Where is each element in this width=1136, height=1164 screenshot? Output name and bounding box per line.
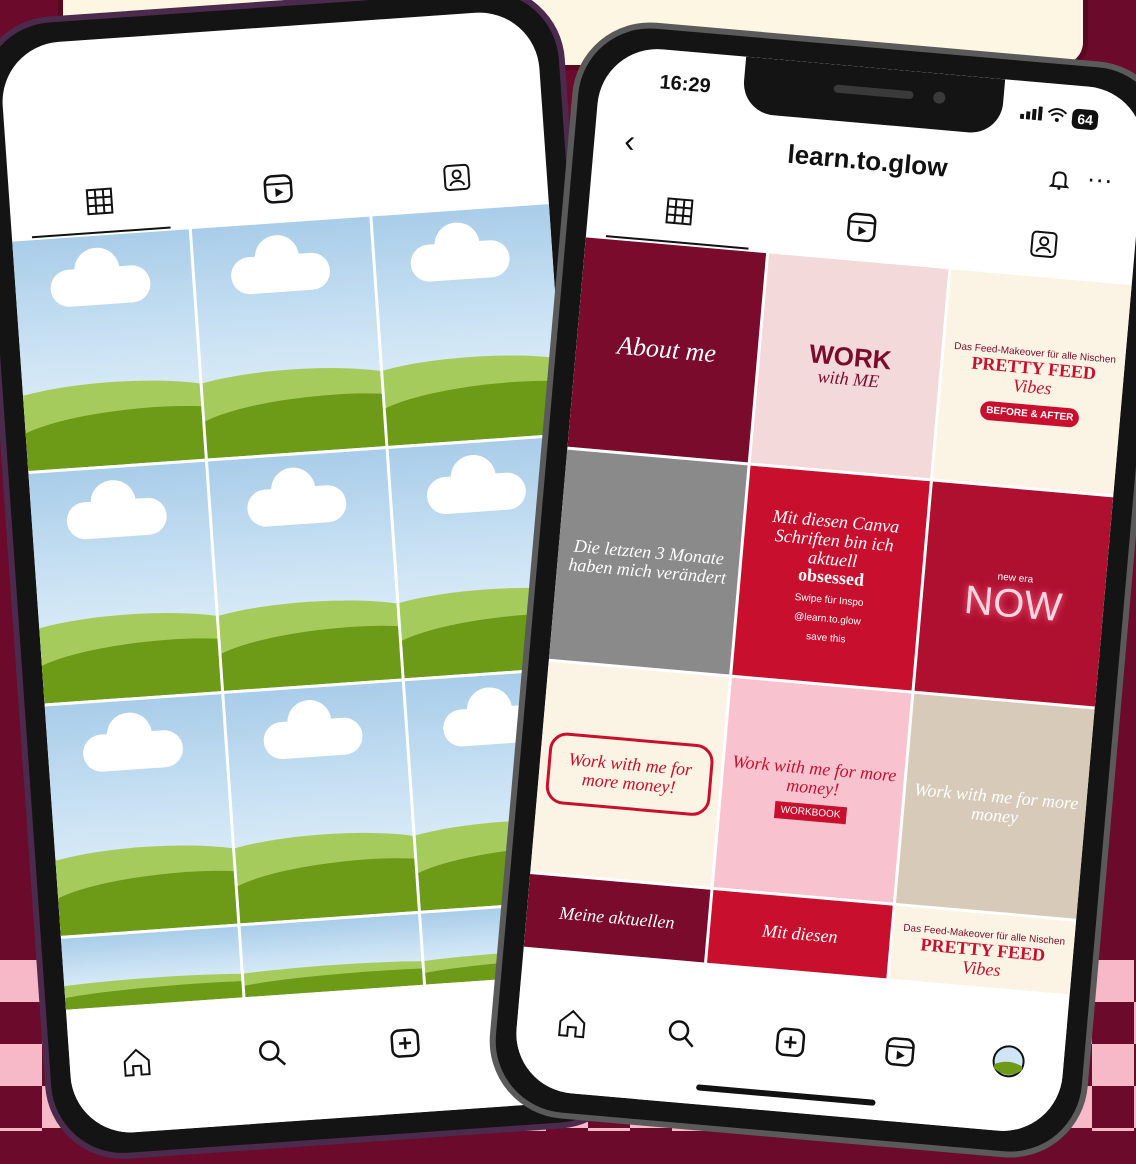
bottom-nav <box>511 978 1067 1136</box>
post-text: Swipe für Inspo <box>794 592 864 610</box>
post-pretty-feed[interactable]: Das Feed-Makeover für alle Nischen PRETT… <box>933 269 1132 495</box>
placeholder-image[interactable] <box>240 913 423 998</box>
post-text: Vibes <box>961 956 1002 981</box>
placeholder-image[interactable] <box>371 204 565 446</box>
reels-icon <box>263 174 293 204</box>
status-time: 16:29 <box>658 71 712 98</box>
post-text: Mit diesen Canva Schriften bin ich aktue… <box>771 505 901 571</box>
posts-grid: About me WORK with ME Das Feed-Makeover … <box>523 237 1132 995</box>
post-text: Work with me for more money! <box>731 750 898 800</box>
nav-search[interactable] <box>662 1013 701 1052</box>
right-phone-screen: 16:29 64 ‹ learn.to.glow ··· About me WO… <box>511 44 1136 1136</box>
placeholder-image[interactable] <box>28 461 222 704</box>
battery-indicator: 64 <box>1071 108 1099 131</box>
add-icon <box>775 1027 806 1058</box>
post-work-with-me[interactable]: WORK with ME <box>750 253 949 479</box>
post-text: Mit diesen <box>761 920 839 947</box>
more-icon[interactable]: ··· <box>1086 163 1115 196</box>
nav-reels[interactable] <box>880 1032 919 1071</box>
post-meine-aktuellen[interactable]: Meine aktuellen <box>523 873 711 963</box>
post-about-me[interactable]: About me <box>567 237 766 463</box>
post-text: Work with me for more money! <box>544 731 715 818</box>
post-work-money-1[interactable]: Work with me for more money! <box>530 661 729 887</box>
nav-home[interactable] <box>118 1043 156 1081</box>
reels-icon <box>884 1037 915 1067</box>
nav-search[interactable] <box>252 1033 290 1071</box>
home-icon <box>123 1048 151 1077</box>
nav-profile[interactable] <box>989 1042 1028 1081</box>
post-text: NOW <box>962 577 1064 630</box>
signal-icon <box>1020 106 1044 121</box>
post-canva-schriften[interactable]: Mit diesen Canva Schriften bin ich aktue… <box>731 465 931 691</box>
placeholder-image[interactable] <box>224 681 418 924</box>
tagged-icon <box>443 163 471 191</box>
reels-icon <box>846 212 877 243</box>
nav-add[interactable] <box>771 1023 810 1062</box>
post-text: with ME <box>816 365 881 391</box>
search-icon <box>669 1020 695 1048</box>
search-icon <box>258 1040 286 1066</box>
post-text: Die letzten 3 Monate haben mich veränder… <box>567 535 727 588</box>
post-text: Meine aktuellen <box>558 902 676 933</box>
post-letzten-monate[interactable]: Die letzten 3 Monate haben mich veränder… <box>548 449 748 675</box>
post-text: Vibes <box>1012 375 1053 399</box>
post-text: @learn.to.glow <box>793 611 862 629</box>
grid-icon <box>85 187 114 216</box>
post-work-money-3[interactable]: Work with me for more money <box>896 693 1095 919</box>
post-text: WORKBOOK <box>773 801 848 825</box>
post-work-money-2[interactable]: Work with me for more money! WORKBOOK <box>713 677 912 903</box>
post-text: About me <box>616 330 718 369</box>
placeholder-image[interactable] <box>60 926 243 1010</box>
placeholder-image[interactable] <box>12 229 206 472</box>
grid-icon <box>665 197 694 226</box>
placeholder-image[interactable] <box>192 216 386 459</box>
post-text: obsessed <box>797 564 865 591</box>
placeholder-image[interactable] <box>208 449 402 691</box>
bell-icon[interactable] <box>1048 168 1072 192</box>
wifi-icon <box>1048 108 1068 123</box>
tab-tagged[interactable] <box>365 138 548 214</box>
post-mit-diesen[interactable]: Mit diesen <box>706 889 894 979</box>
nav-add[interactable] <box>386 1024 424 1062</box>
post-text: save this <box>805 631 846 646</box>
status-icons: 64 <box>1020 103 1099 131</box>
avatar-icon <box>992 1045 1025 1078</box>
tab-reels[interactable] <box>186 151 369 227</box>
home-icon <box>557 1009 586 1039</box>
post-pretty-feed-2[interactable]: Das Feed-Makeover für alle Nischen PRETT… <box>889 905 1077 995</box>
add-icon <box>390 1028 420 1058</box>
post-badge: BEFORE & AFTER <box>979 400 1081 428</box>
right-phone: 16:29 64 ‹ learn.to.glow ··· About me WO… <box>483 15 1136 1164</box>
post-text: Work with me for more money <box>913 779 1080 828</box>
post-new-era[interactable]: new era NOW <box>914 481 1114 707</box>
tab-grid[interactable] <box>8 163 191 239</box>
nav-home[interactable] <box>553 1004 592 1043</box>
placeholder-image[interactable] <box>44 694 238 936</box>
tagged-icon <box>1029 230 1058 258</box>
